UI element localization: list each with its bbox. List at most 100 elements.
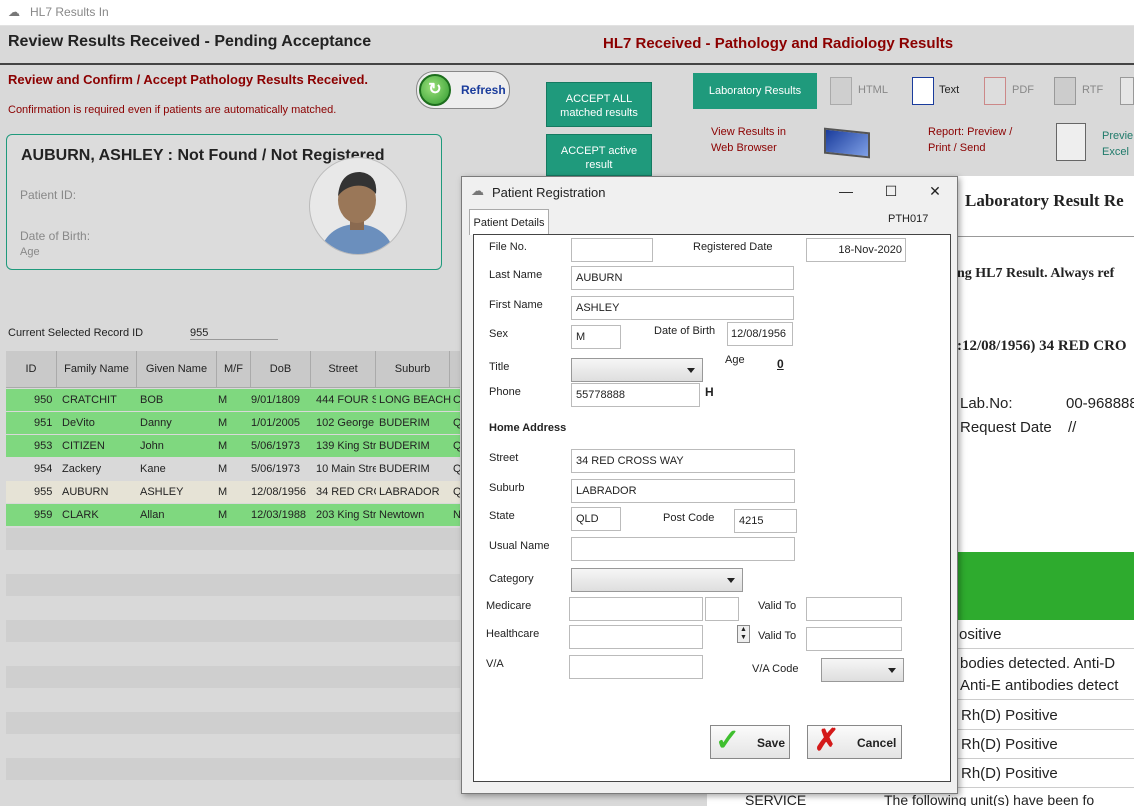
report-rule [957,236,1134,237]
medicare-valid-to-field[interactable] [806,597,902,621]
postcode-label: Post Code [663,512,715,524]
table-row[interactable]: 959 CLARK Allan M 12/03/1988 203 King St… [6,504,460,526]
cancel-button[interactable]: ✗ Cancel [807,724,902,759]
table-row[interactable]: 951 DeVito Danny M 1/01/2005 102 George … [6,412,460,434]
col-dob[interactable]: DoB [251,351,311,388]
medicare-valid-to-label: Valid To [758,600,797,612]
html-export[interactable]: HTML [858,84,888,96]
accept-all-button[interactable]: ACCEPT ALL matched results [546,82,652,127]
html-file-icon[interactable] [830,77,852,105]
image-icon[interactable] [1120,77,1134,105]
cell-street: 10 Main Stre [316,463,376,475]
report-preview-link[interactable]: Report: Preview / Print / Send [928,124,1038,156]
patient-id-label: Patient ID: [20,188,77,202]
tab-patient-details[interactable]: Patient Details [469,209,549,235]
result-text: Anti-E antibodies detect [960,677,1119,694]
street-label: Street [489,452,519,464]
cell-sex: M [218,417,228,429]
street-field[interactable]: 34 RED CROSS WAY [571,449,795,473]
spreadsheet-icon[interactable] [1056,123,1086,161]
dob-label: Date of Birth: [20,229,91,243]
header-divider [0,63,1134,65]
va-code-select[interactable] [821,658,904,682]
result-text: Rh(D) Positive [961,707,1058,724]
suburb-field[interactable]: LABRADOR [571,479,795,503]
rtf-export[interactable]: RTF [1082,84,1103,96]
cell-id: 959 [34,509,53,521]
close-icon[interactable]: ✕ [924,181,946,201]
title-select[interactable] [571,358,703,382]
minimize-icon[interactable]: — [835,181,857,201]
pdf-export[interactable]: PDF [1012,84,1034,96]
refresh-button[interactable]: ↻ Refresh [416,71,510,109]
state-field[interactable]: QLD [571,507,621,531]
right-title: HL7 Received - Pathology and Radiology R… [603,35,954,52]
phone-label: Phone [489,386,521,398]
file-no-field[interactable] [571,238,653,262]
result-row: Rh(D) Positive [957,759,1134,788]
table-row[interactable]: 954 Zackery Kane M 5/06/1973 10 Main Str… [6,458,460,480]
cell-suburb: BUDERIM [379,417,430,429]
spinner-icon[interactable]: ▲ ▼ [737,625,750,643]
avatar [309,157,407,255]
text-file-icon[interactable] [912,77,934,105]
col-suburb[interactable]: Suburb [376,351,450,388]
patient-card: AUBURN, ASHLEY : Not Found / Not Registe… [6,134,442,270]
col-street[interactable]: Street [311,351,376,388]
maximize-icon[interactable]: ☐ [880,181,902,201]
text-export[interactable]: Text [939,84,959,96]
cell-suburb: BUDERIM [379,463,430,475]
postcode-field[interactable]: 4215 [734,509,797,533]
healthcare-valid-to-field[interactable] [806,627,902,651]
first-name-field[interactable]: ASHLEY [571,296,794,320]
current-record-label: Current Selected Record ID [8,327,144,339]
cell-given: Kane [140,463,166,475]
monitor-icon[interactable] [824,127,870,159]
col-id[interactable]: ID [6,351,57,388]
suburb-label: Suburb [489,482,525,494]
view-in-browser-link[interactable]: View Results in Web Browser [711,124,811,156]
medicare-ref-field[interactable] [705,597,739,621]
file-no-label: File No. [489,241,527,253]
cell-given: Allan [140,509,165,521]
col-family-name[interactable]: Family Name [57,351,137,388]
age-label: Age [725,354,745,366]
cell-id: 954 [34,463,53,475]
category-select[interactable] [571,568,743,592]
phone-field[interactable]: 55778888 [571,383,700,407]
usual-name-field[interactable] [571,537,795,561]
result-row: Rh(D) Positive [957,730,1134,759]
table-row-selected[interactable]: 955 AUBURN ASHLEY M 12/08/1956 34 RED CR… [6,481,460,503]
laboratory-results-button[interactable]: Laboratory Results [693,73,817,109]
table-row[interactable]: 953 CITIZEN John M 5/06/1973 139 King St… [6,435,460,457]
last-name-field[interactable]: AUBURN [571,266,794,290]
sex-field[interactable]: M [571,325,621,349]
rtf-file-icon[interactable] [1054,77,1076,105]
report-title: Laboratory Result Re [965,191,1124,210]
va-label: V/A [486,658,504,670]
cell-id: 950 [34,394,53,406]
col-given-name[interactable]: Given Name [137,351,217,388]
cell-state: Q [453,486,460,498]
va-code-label: V/A Code [752,663,799,675]
save-button[interactable]: ✓ Save [710,724,790,759]
refresh-label: Refresh [461,83,506,97]
medicare-field[interactable] [569,597,703,621]
table-row[interactable]: 950 CRATCHIT BOB M 9/01/1809 444 FOUR S … [6,389,460,411]
registered-date-field[interactable]: 18-Nov-2020 [806,238,906,262]
healthcare-field[interactable] [569,625,703,649]
registered-date-label: Registered Date [693,241,773,253]
empty-row [6,758,460,780]
preview-excel-link[interactable]: Previe Excel [1102,128,1134,160]
col-sex[interactable]: M/F [217,351,251,388]
accept-active-button[interactable]: ACCEPT active result [546,134,652,176]
cell-dob: 5/06/1973 [251,440,300,452]
pdf-file-icon[interactable] [984,77,1006,105]
result-text: bodies detected. Anti-D [960,655,1116,672]
service-text: The following unit(s) have been fo [884,792,1095,806]
dob-field[interactable]: 12/08/1956 [727,322,793,346]
cell-street: 102 George [316,417,375,429]
cell-family: AUBURN [62,486,109,498]
va-field[interactable] [569,655,703,679]
result-row: bodies detected. Anti-D Anti-E antibodie… [957,650,1134,700]
